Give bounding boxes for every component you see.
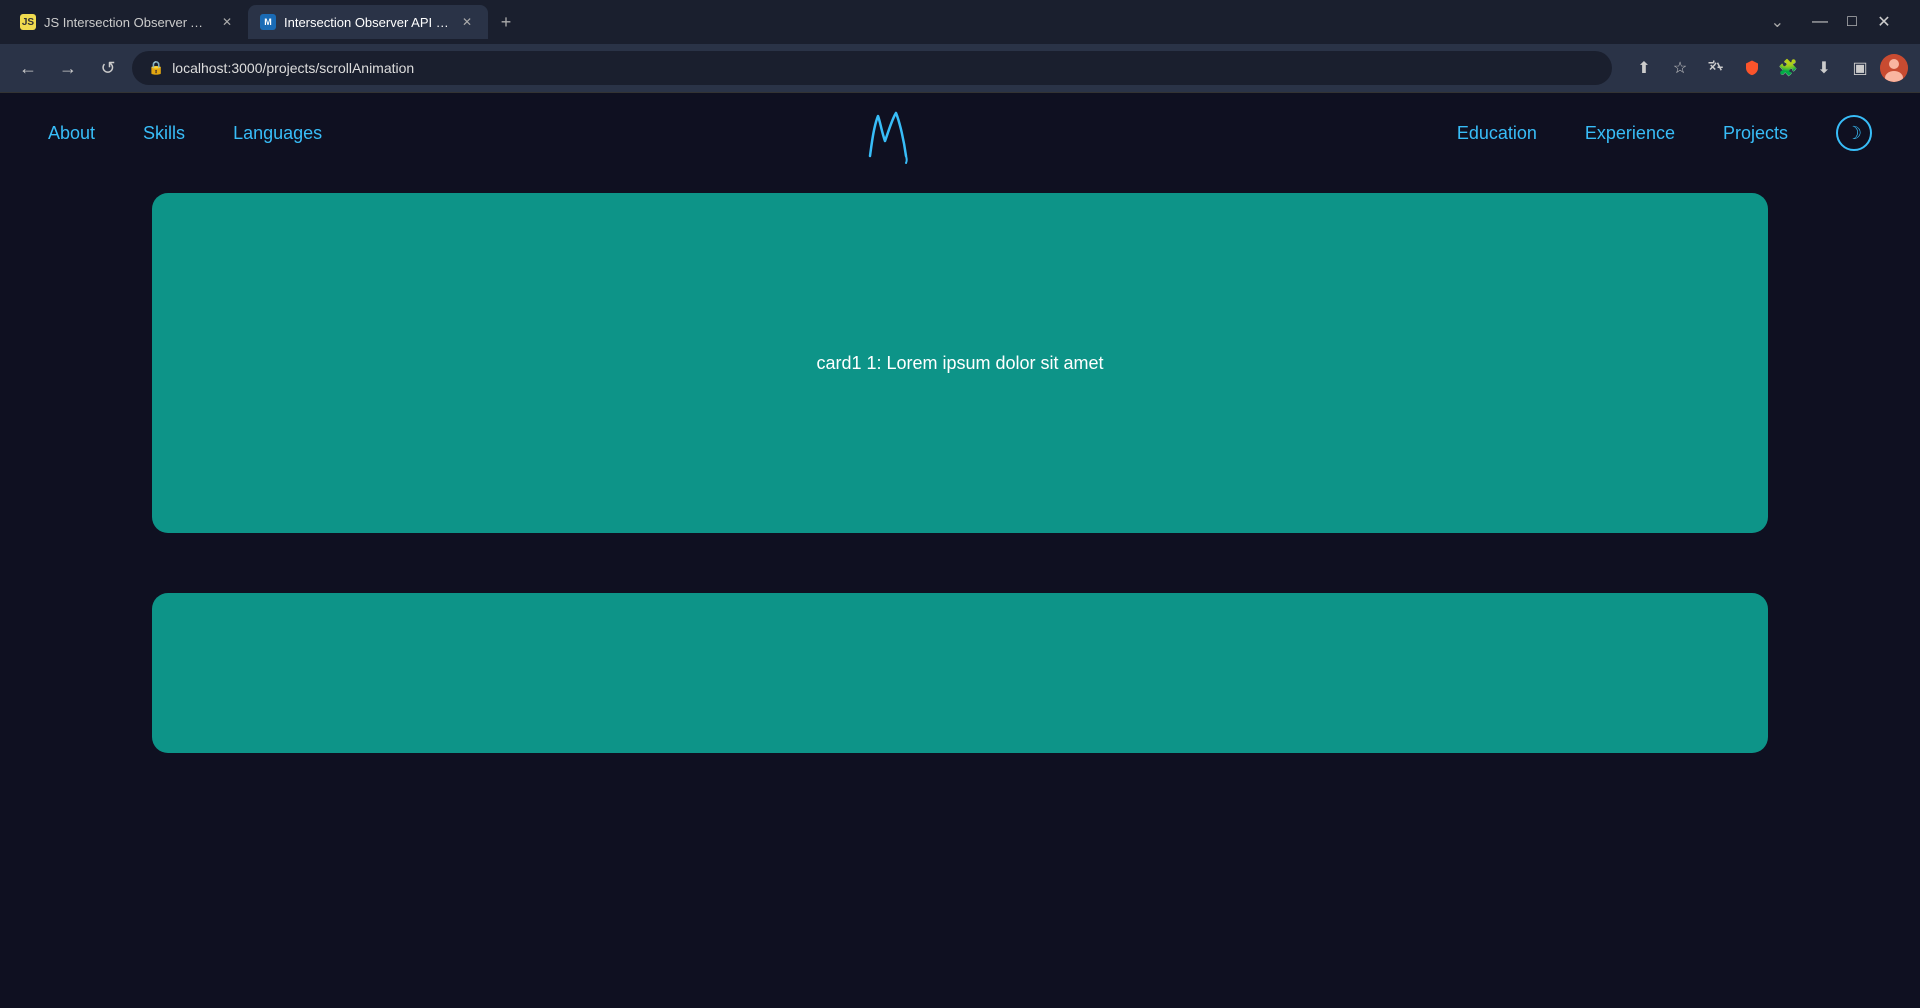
nav-right: Education Experience Projects ☽: [1457, 115, 1872, 151]
browser-chrome: JS JS Intersection Observer API ✕ M Inte…: [0, 0, 1920, 93]
tab-2[interactable]: M Intersection Observer API - Web ✕: [248, 5, 488, 39]
address-bar[interactable]: 🔒 localhost:3000/projects/scrollAnimatio…: [132, 51, 1612, 85]
tab-2-label: Intersection Observer API - Web: [284, 15, 450, 30]
tab-1-favicon: JS: [20, 14, 36, 30]
nav-link-about[interactable]: About: [48, 123, 95, 144]
share-icon[interactable]: ⬆: [1628, 52, 1660, 84]
nav-center: [322, 101, 1457, 166]
download-icon[interactable]: ⬇: [1808, 52, 1840, 84]
minimize-button[interactable]: —: [1808, 10, 1832, 34]
tab-expand-button[interactable]: ⌄: [1763, 8, 1792, 36]
lock-icon: 🔒: [148, 60, 164, 76]
card-2: [152, 593, 1768, 753]
cards-container: card1 1: Lorem ipsum dolor sit amet: [0, 173, 1920, 753]
card-1-text: card1 1: Lorem ipsum dolor sit amet: [816, 353, 1103, 374]
tab-2-favicon: M: [260, 14, 276, 30]
nav-left: About Skills Languages: [48, 123, 322, 144]
tab-2-close[interactable]: ✕: [458, 13, 476, 31]
maximize-button[interactable]: □: [1840, 10, 1864, 34]
forward-button[interactable]: →: [52, 52, 84, 84]
profile-avatar[interactable]: [1880, 54, 1908, 82]
close-button[interactable]: ✕: [1872, 10, 1896, 34]
back-button[interactable]: ←: [12, 52, 44, 84]
extension-icon[interactable]: 🧩: [1772, 52, 1804, 84]
new-tab-button[interactable]: +: [492, 8, 520, 36]
nav-link-projects[interactable]: Projects: [1723, 123, 1788, 144]
nav-link-languages[interactable]: Languages: [233, 123, 322, 144]
nav-link-education[interactable]: Education: [1457, 123, 1537, 144]
star-icon[interactable]: ☆: [1664, 52, 1696, 84]
nav-link-experience[interactable]: Experience: [1585, 123, 1675, 144]
page-content: About Skills Languages Education Experie…: [0, 93, 1920, 993]
theme-toggle-button[interactable]: ☽: [1836, 115, 1872, 151]
brave-icon[interactable]: [1736, 52, 1768, 84]
toolbar-icons: ⬆ ☆ 🧩 ⬇ ▣: [1628, 52, 1908, 84]
card-1: card1 1: Lorem ipsum dolor sit amet: [152, 193, 1768, 533]
tab-bar: JS JS Intersection Observer API ✕ M Inte…: [0, 0, 1920, 44]
split-icon[interactable]: ▣: [1844, 52, 1876, 84]
nav-link-skills[interactable]: Skills: [143, 123, 185, 144]
tab-1-close[interactable]: ✕: [218, 13, 236, 31]
tab-1[interactable]: JS JS Intersection Observer API ✕: [8, 5, 248, 39]
address-text: localhost:3000/projects/scrollAnimation: [172, 60, 1596, 76]
window-controls: — □ ✕: [1792, 10, 1912, 34]
address-bar-row: ← → ↺ 🔒 localhost:3000/projects/scrollAn…: [0, 44, 1920, 92]
logo: [860, 101, 920, 166]
navbar: About Skills Languages Education Experie…: [0, 93, 1920, 173]
refresh-button[interactable]: ↺: [92, 52, 124, 84]
translate-icon[interactable]: [1700, 52, 1732, 84]
tab-1-label: JS Intersection Observer API: [44, 15, 210, 30]
